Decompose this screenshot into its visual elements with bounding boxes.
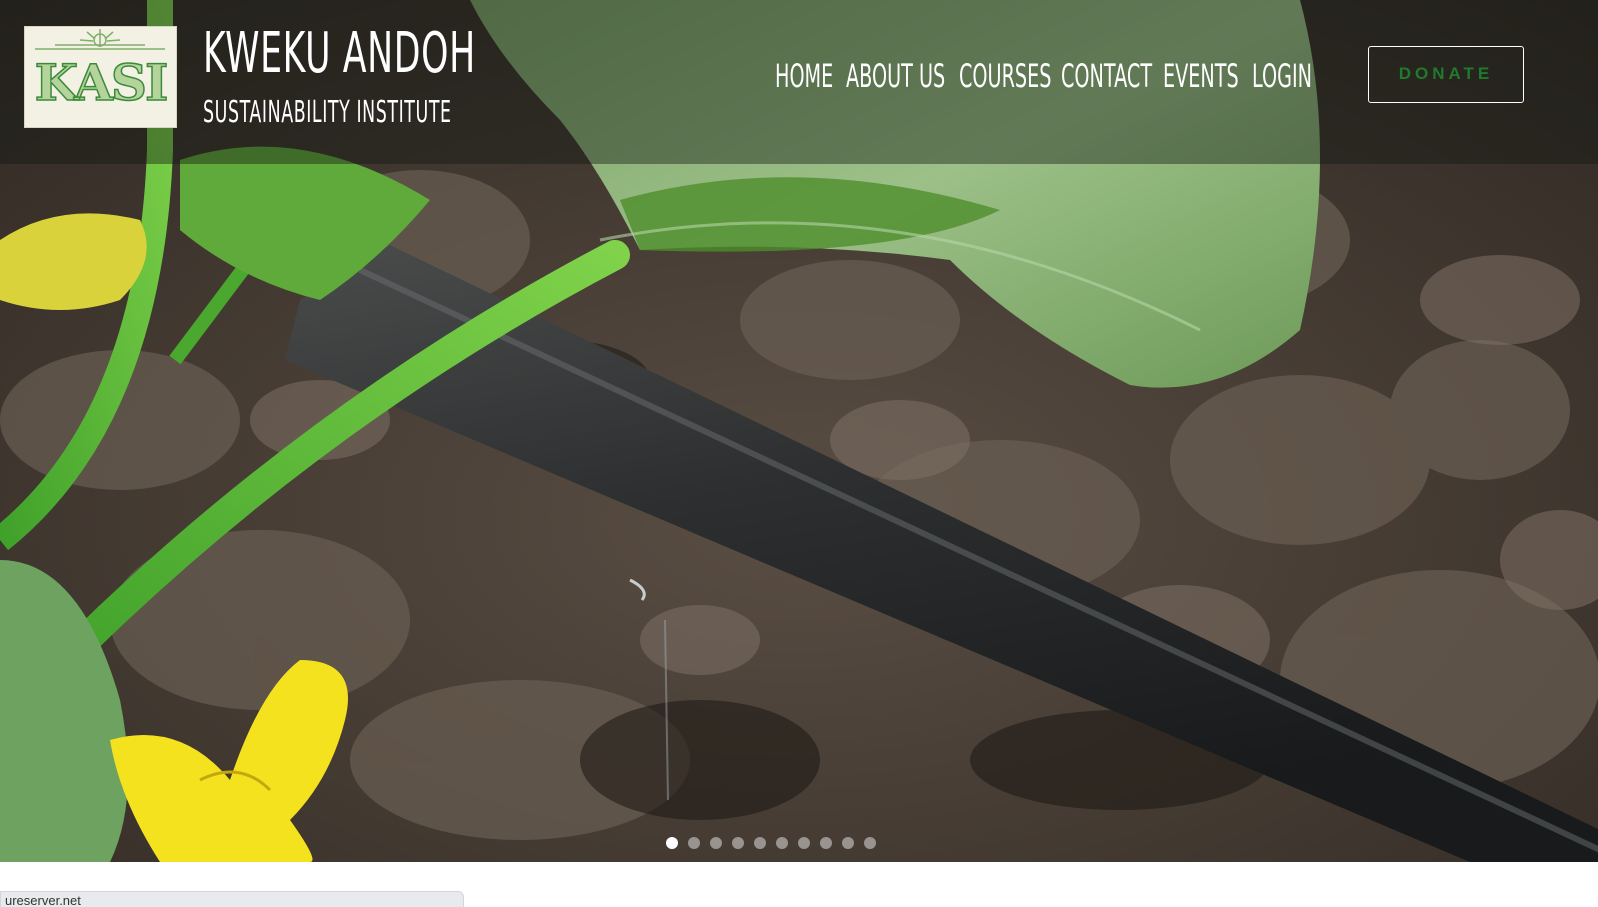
brand-subtitle: SUSTAINABILITY INSTITUTE bbox=[203, 95, 452, 130]
slider-dot[interactable] bbox=[666, 837, 678, 849]
browser-status-bar: ureserver.net bbox=[0, 891, 464, 907]
nav-home[interactable]: HOME bbox=[775, 56, 833, 96]
nav-courses[interactable]: COURSES bbox=[959, 56, 1051, 96]
kasi-logo[interactable]: KASI bbox=[24, 26, 177, 128]
slider-dot[interactable] bbox=[688, 837, 700, 849]
slider-dot[interactable] bbox=[798, 837, 810, 849]
logo-text: KASI bbox=[34, 52, 169, 113]
nav-login[interactable]: LOGIN bbox=[1252, 56, 1312, 96]
nav-about-us[interactable]: ABOUT US bbox=[846, 56, 945, 96]
site-header: KASI KWEKU ANDOH SUSTAINABILITY INSTITUT… bbox=[0, 0, 1598, 164]
nav-contact[interactable]: CONTACT bbox=[1061, 56, 1152, 96]
slider-dot[interactable] bbox=[776, 837, 788, 849]
slider-dot[interactable] bbox=[820, 837, 832, 849]
slider-pagination bbox=[666, 837, 876, 849]
slider-dot[interactable] bbox=[864, 837, 876, 849]
nav-events[interactable]: EVENTS bbox=[1163, 56, 1239, 96]
slider-dot[interactable] bbox=[842, 837, 854, 849]
page: KASI KWEKU ANDOH SUSTAINABILITY INSTITUT… bbox=[0, 0, 1598, 907]
brand-title[interactable]: KWEKU ANDOH bbox=[203, 22, 476, 86]
slider-dot[interactable] bbox=[754, 837, 766, 849]
slider-dot[interactable] bbox=[732, 837, 744, 849]
donate-button[interactable]: DONATE bbox=[1368, 46, 1524, 103]
slider-dot[interactable] bbox=[710, 837, 722, 849]
